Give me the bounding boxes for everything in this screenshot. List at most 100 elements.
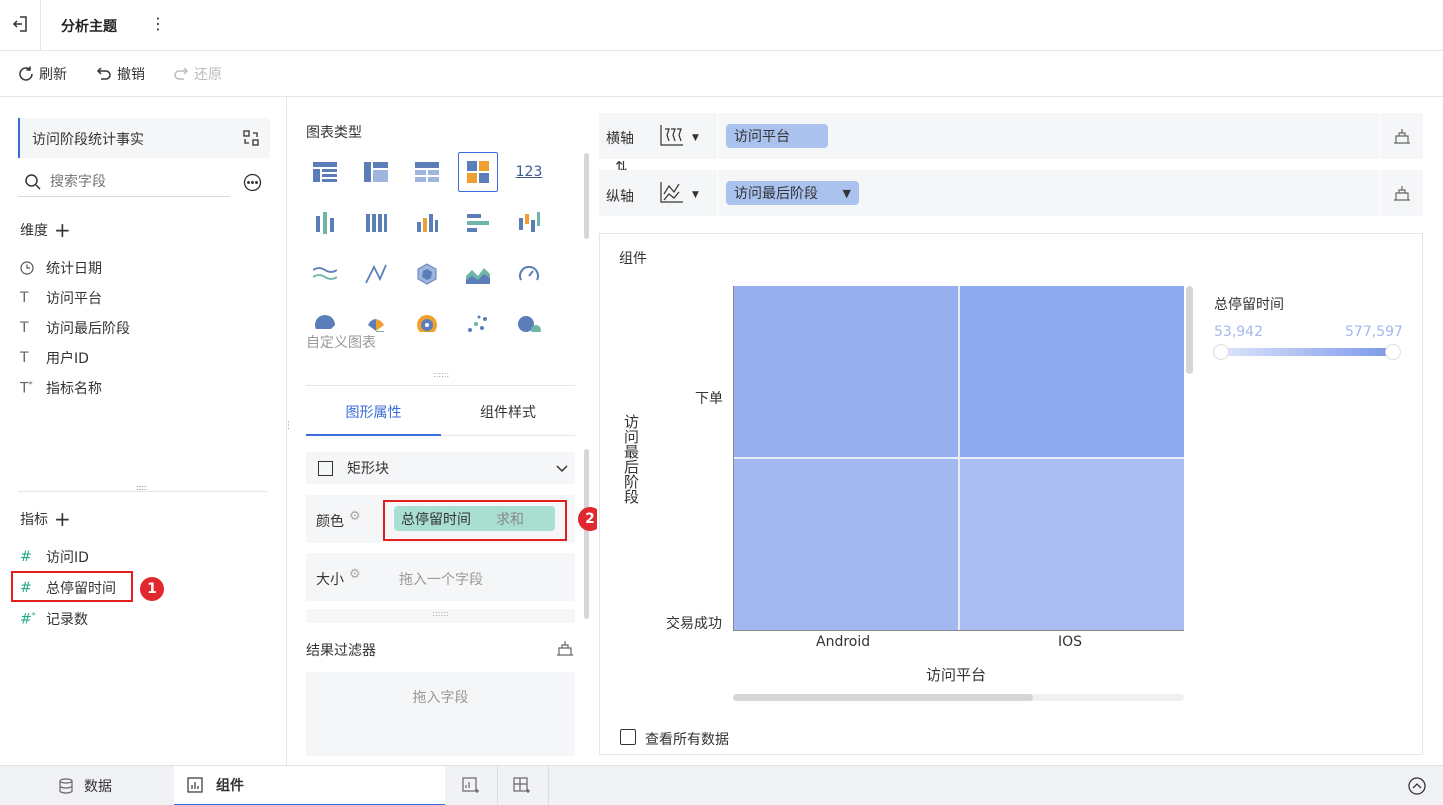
dimension-item[interactable]: T* 指标名称: [20, 378, 130, 398]
x-tick-label: IOS: [1058, 634, 1083, 650]
resize-handle[interactable]: ::::::: [136, 483, 152, 492]
measure-item[interactable]: #* 记录数: [20, 609, 116, 629]
divider: [1379, 113, 1380, 159]
y-axis-title: 访问最后阶段: [622, 414, 640, 504]
size-drop-zone[interactable]: 拖入一个字段: [399, 569, 483, 589]
highlight-box-2: [383, 500, 567, 541]
gauge-chart-icon[interactable]: [509, 254, 549, 294]
legend-gradient-bar: [1220, 348, 1392, 356]
filter-drop-zone[interactable]: 拖入字段: [306, 672, 575, 756]
dimension-item[interactable]: T 访问平台: [20, 288, 130, 308]
add-dimension-icon[interactable]: +: [54, 220, 71, 240]
calc-number-type-icon: #*: [20, 610, 36, 628]
undo-button[interactable]: 撤销: [95, 64, 145, 84]
legend-max-handle[interactable]: [1385, 344, 1401, 360]
tab-data[interactable]: 数据: [0, 766, 174, 805]
component-card: 组件 下单 交易成功 访问最后阶段 Android IOS 访问平台 总停留时间…: [599, 233, 1423, 755]
collapse-panel-icon[interactable]: [1408, 777, 1426, 795]
x-axis-dropdown-icon[interactable]: ▼: [692, 133, 699, 143]
heatmap-cell[interactable]: [734, 459, 958, 630]
grouped-bar-icon[interactable]: [305, 203, 345, 243]
y-tick-label: 交易成功: [666, 616, 722, 632]
shape-label: 矩形块: [347, 461, 389, 477]
radar-chart-icon[interactable]: [407, 254, 447, 294]
add-component-icon[interactable]: [462, 777, 480, 795]
y-field-pill[interactable]: 访问最后阶段 ▼: [726, 181, 859, 205]
heatmap-cell[interactable]: [960, 459, 1184, 630]
range-bar-icon[interactable]: [509, 203, 549, 243]
dimension-item[interactable]: T 用户ID: [20, 348, 130, 368]
dimension-item[interactable]: 统计日期: [20, 258, 130, 278]
shape-scrollbar[interactable]: [584, 449, 589, 619]
x-axis-filter-icon[interactable]: [1393, 128, 1411, 144]
redo-button[interactable]: 还原: [172, 64, 222, 84]
tab-component-label: 组件: [216, 778, 244, 794]
radar-line-icon[interactable]: [356, 254, 396, 294]
more-menu-icon[interactable]: ⋮: [150, 14, 166, 33]
heatmap-chart-icon[interactable]: [458, 152, 498, 192]
resize-handle[interactable]: ::::::: [306, 609, 575, 623]
dimension-label: 指标名称: [46, 381, 102, 397]
heatmap-cell[interactable]: [734, 286, 958, 457]
resize-handle[interactable]: ::::::: [433, 370, 449, 379]
database-icon: [58, 778, 74, 794]
field-options-icon[interactable]: [243, 173, 262, 192]
horizontal-bar-icon[interactable]: [458, 203, 498, 243]
size-settings-icon[interactable]: ⚙: [349, 567, 361, 582]
tab-graphic-attrs[interactable]: 图形属性: [306, 389, 441, 436]
bar-chart-icon: [187, 777, 203, 793]
step-badge-1: 1: [140, 577, 164, 601]
area-chart-icon[interactable]: [458, 254, 498, 294]
tab-component-style[interactable]: 组件样式: [441, 389, 575, 436]
table-chart-icon[interactable]: [305, 152, 345, 192]
chart-v-scrollbar[interactable]: [1186, 286, 1193, 374]
filter-placeholder: 拖入字段: [412, 690, 469, 706]
search-underline: [18, 196, 230, 197]
crosstab-chart-icon[interactable]: [356, 152, 396, 192]
search-input[interactable]: [50, 171, 228, 193]
clock-icon: [20, 261, 46, 275]
y-axis-dropdown-icon[interactable]: ▼: [692, 190, 699, 200]
exit-icon[interactable]: [8, 12, 32, 36]
heatmap-cell[interactable]: [960, 286, 1184, 457]
legend-title: 总停留时间: [1214, 297, 1284, 313]
component-title: 组件: [619, 251, 647, 267]
add-dashboard-icon[interactable]: [513, 777, 531, 795]
color-settings-icon[interactable]: ⚙: [349, 509, 361, 524]
page-title: 分析主题: [61, 19, 117, 35]
tab-component[interactable]: 组件: [174, 766, 445, 805]
x-axis-sort-icon[interactable]: [659, 123, 685, 147]
line-chart-icon[interactable]: [305, 254, 345, 294]
legend-min: 53,942: [1214, 324, 1263, 340]
chart-h-scrollbar[interactable]: [733, 694, 1184, 701]
column-chart-icon[interactable]: [407, 203, 447, 243]
tab-data-label: 数据: [84, 779, 112, 795]
legend-min-handle[interactable]: [1213, 344, 1229, 360]
dataset-selector[interactable]: 访问阶段统计事实: [18, 118, 270, 158]
refresh-button[interactable]: 刷新: [17, 64, 67, 84]
x-field-pill[interactable]: 访问平台: [726, 124, 828, 148]
custom-chart-link[interactable]: 自定义图表: [306, 332, 576, 352]
filter-settings-icon[interactable]: [556, 640, 574, 656]
shape-selector[interactable]: 矩形块: [306, 452, 575, 484]
tab-graphic-label: 图形属性: [345, 404, 402, 421]
stacked-bar-icon[interactable]: [356, 203, 396, 243]
measure-item[interactable]: # 访问ID: [20, 547, 116, 567]
refresh-icon: [17, 65, 35, 83]
detail-table-icon[interactable]: [407, 152, 447, 192]
y-field-dropdown-icon[interactable]: ▼: [843, 187, 851, 200]
undo-label: 撤销: [117, 67, 145, 83]
chart-type-scrollbar[interactable]: [584, 153, 589, 239]
y-axis-filter-icon[interactable]: [1393, 185, 1411, 201]
switch-dataset-icon[interactable]: [242, 129, 260, 147]
dimension-item[interactable]: T 访问最后阶段: [20, 318, 130, 338]
show-all-data-checkbox[interactable]: [620, 729, 636, 745]
y-axis-sort-icon[interactable]: [659, 180, 685, 204]
y-tick-label: 下单: [695, 391, 723, 407]
top-bar: 分析主题 ⋮: [0, 0, 1443, 51]
add-measure-icon[interactable]: +: [54, 509, 71, 529]
x-axis-label: 横轴: [606, 131, 634, 147]
dataset-name: 访问阶段统计事实: [32, 132, 144, 148]
kpi-number-icon[interactable]: 123: [509, 152, 549, 192]
divider: [1379, 170, 1380, 216]
